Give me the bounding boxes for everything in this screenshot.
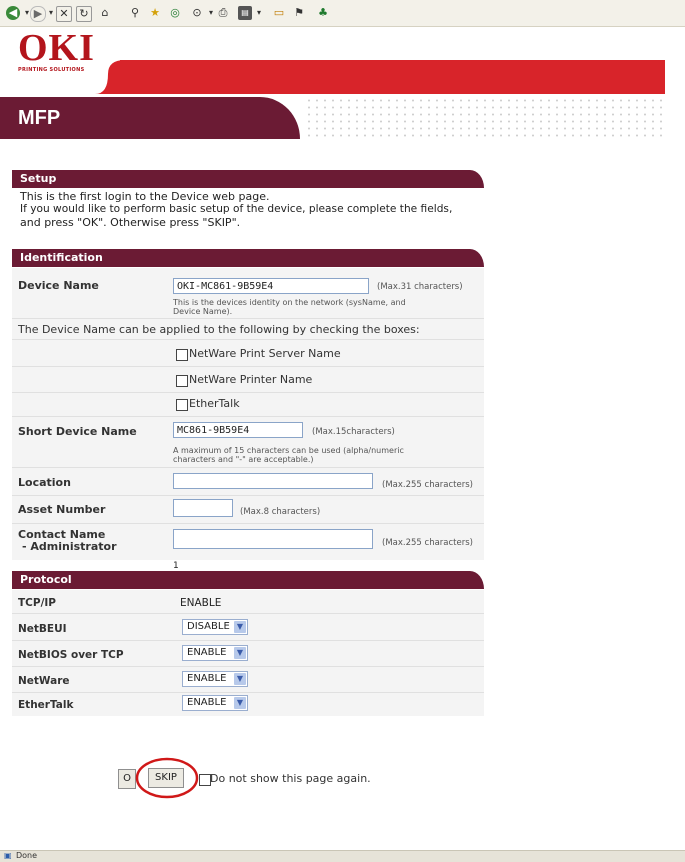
short-device-name-hint: (Max.15characters) bbox=[312, 427, 395, 437]
short-name-note-line2: characters and "-" are acceptable.) bbox=[173, 455, 314, 464]
product-title: MFP bbox=[18, 107, 61, 129]
status-text: Done bbox=[16, 851, 38, 860]
contact-name-input[interactable] bbox=[173, 529, 373, 549]
location-label: Location bbox=[18, 476, 71, 489]
device-name-label: Device Name bbox=[18, 279, 99, 292]
netware-label: NetWare bbox=[18, 675, 70, 687]
history-icon[interactable]: ⊙ bbox=[190, 6, 204, 20]
ethertalk-select[interactable]: ENABLE ▼ bbox=[182, 695, 248, 711]
browser-toolbar: ◀ ▾ ▶ ▾ ✕ ↻ ⌂ ⚲ ★ ◎ ⊙ ▾ ⎙ ▤ ▾ ▭ ⚑ ♣ bbox=[0, 0, 685, 27]
device-name-hint: (Max.31 characters) bbox=[377, 282, 463, 292]
research-icon[interactable]: ♣ bbox=[316, 6, 330, 20]
netbios-label: NetBIOS over TCP bbox=[18, 649, 124, 661]
netware-select[interactable]: ENABLE ▼ bbox=[182, 671, 248, 687]
protocol-header: Protocol bbox=[12, 571, 484, 589]
dropdown-arrow-icon[interactable]: ▾ bbox=[252, 6, 266, 20]
short-device-name-label: Short Device Name bbox=[18, 425, 137, 438]
device-name-input[interactable]: OKI-MC861-9B59E4 bbox=[173, 278, 369, 294]
media-icon[interactable]: ◎ bbox=[168, 6, 182, 20]
page-icon: ▣ bbox=[4, 851, 12, 860]
red-band-curve bbox=[95, 60, 140, 94]
chevron-down-icon[interactable]: ▼ bbox=[234, 621, 246, 633]
refresh-icon[interactable]: ↻ bbox=[76, 6, 92, 22]
red-header-band bbox=[120, 60, 665, 94]
netbeui-label: NetBEUI bbox=[18, 623, 67, 635]
discuss-icon[interactable]: ▭ bbox=[272, 6, 286, 20]
netware-server-label: NetWare Print Server Name bbox=[189, 347, 341, 360]
netware-server-checkbox[interactable] bbox=[176, 349, 188, 361]
divider bbox=[12, 523, 484, 524]
favorites-icon[interactable]: ★ bbox=[148, 6, 162, 20]
divider bbox=[12, 640, 484, 641]
search-icon[interactable]: ⚲ bbox=[128, 6, 142, 20]
skip-highlight-circle bbox=[135, 757, 199, 799]
netbios-select[interactable]: ENABLE ▼ bbox=[182, 645, 248, 661]
setup-text-line1: This is the first login to the Device we… bbox=[20, 190, 270, 203]
short-device-name-input[interactable]: MC861-9B59E4 bbox=[173, 422, 303, 438]
chevron-down-icon[interactable]: ▼ bbox=[234, 673, 246, 685]
ethertalk-checkbox-label: EtherTalk bbox=[189, 397, 240, 410]
identification-header: Identification bbox=[12, 249, 484, 267]
divider bbox=[12, 339, 484, 340]
asset-number-hint: (Max.8 characters) bbox=[240, 507, 321, 517]
location-hint: (Max.255 characters) bbox=[382, 480, 473, 490]
netbios-select-value: ENABLE bbox=[187, 647, 227, 658]
edit-icon[interactable]: ▤ bbox=[238, 6, 252, 20]
back-icon[interactable]: ◀ bbox=[6, 6, 20, 20]
divider bbox=[12, 318, 484, 319]
contact-name-sublabel: - Administrator bbox=[22, 540, 117, 553]
netbeui-select-value: DISABLE bbox=[187, 621, 230, 632]
chevron-down-icon[interactable]: ▼ bbox=[234, 647, 246, 659]
netbeui-select[interactable]: DISABLE ▼ bbox=[182, 619, 248, 635]
home-icon[interactable]: ⌂ bbox=[98, 6, 112, 20]
tcpip-value: ENABLE bbox=[180, 597, 222, 609]
divider bbox=[12, 392, 484, 393]
netware-printer-label: NetWare Printer Name bbox=[189, 373, 313, 386]
chevron-down-icon[interactable]: ▼ bbox=[234, 697, 246, 709]
protocol-marker: 1 bbox=[173, 561, 179, 571]
divider bbox=[12, 467, 484, 468]
short-name-note-line1: A maximum of 15 characters can be used (… bbox=[173, 446, 404, 455]
stop-icon[interactable]: ✕ bbox=[56, 6, 72, 22]
apply-device-name-text: The Device Name can be applied to the fo… bbox=[18, 323, 420, 336]
browser-status-bar: ▣ Done bbox=[0, 850, 685, 862]
contact-name-hint: (Max.255 characters) bbox=[382, 538, 473, 548]
divider bbox=[12, 613, 484, 614]
divider bbox=[12, 416, 484, 417]
dont-show-again-label: Do not show this page again. bbox=[210, 772, 371, 785]
netware-printer-checkbox[interactable] bbox=[176, 375, 188, 387]
divider bbox=[12, 692, 484, 693]
netware-select-value: ENABLE bbox=[187, 673, 227, 684]
print-icon[interactable]: ⎙ bbox=[216, 6, 230, 20]
messenger-icon[interactable]: ⚑ bbox=[292, 6, 306, 20]
tcpip-label: TCP/IP bbox=[18, 597, 57, 609]
ethertalk-checkbox[interactable] bbox=[176, 399, 188, 411]
divider bbox=[12, 495, 484, 496]
asset-number-label: Asset Number bbox=[18, 503, 106, 516]
setup-header: Setup bbox=[12, 170, 484, 188]
ethertalk-select-value: ENABLE bbox=[187, 697, 227, 708]
device-name-note-line1: This is the devices identity on the netw… bbox=[173, 298, 406, 307]
device-name-note-line2: Device Name). bbox=[173, 307, 233, 316]
decorative-dot-grid bbox=[305, 97, 665, 139]
setup-text-line2: If you would like to perform basic setup… bbox=[20, 203, 453, 215]
setup-text-line3: and press "OK". Otherwise press "SKIP". bbox=[20, 216, 241, 229]
asset-number-input[interactable] bbox=[173, 499, 233, 517]
location-input[interactable] bbox=[173, 473, 373, 489]
divider bbox=[12, 366, 484, 367]
ethertalk-label: EtherTalk bbox=[18, 699, 74, 711]
divider bbox=[12, 666, 484, 667]
